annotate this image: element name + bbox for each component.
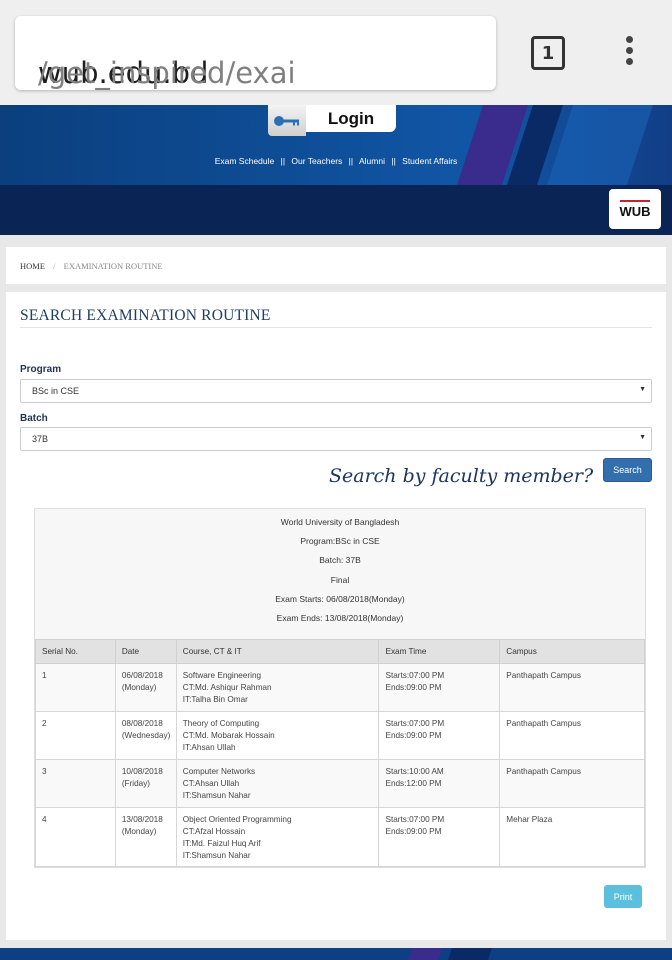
cell-course: Software Engineering CT:Md. Ashiqur Rahma… [175, 663, 380, 712]
nav-student-affairs[interactable]: Student Affairs [402, 156, 457, 166]
col-course: Course, CT & IT [175, 639, 380, 664]
col-date: Date [114, 639, 177, 664]
site-nav: Exam Schedule || Our Teachers || Alumni … [0, 156, 672, 166]
program-value: BSc in CSE [32, 386, 80, 396]
page-title: SEARCH EXAMINATION ROUTINE [20, 307, 271, 324]
col-campus: Campus [499, 639, 645, 664]
footer-band [0, 948, 672, 960]
program-select[interactable]: BSc in CSE ▼ [20, 379, 652, 403]
wub-logo[interactable]: WUB [609, 189, 661, 229]
table-row: 1 06/08/2018 (Monday) Software Engineerin… [35, 663, 645, 712]
routine-table: Serial No. Date Course, CT & IT Exam Tim… [35, 639, 645, 867]
routine-start: Exam Starts: 06/08/2018(Monday) [275, 593, 405, 604]
table-header-row: Serial No. Date Course, CT & IT Exam Tim… [35, 639, 645, 664]
cell-time: Starts:10:00 AM Ends:12:00 PM [378, 759, 501, 808]
key-icon [268, 105, 306, 136]
cell-date: 13/08/2018 (Monday) [114, 807, 177, 867]
tab-switcher-button[interactable]: 1 [531, 36, 565, 70]
cell-serial: 3 [35, 759, 116, 808]
table-row: 3 10/08/2018 (Friday) Computer Networks CT… [35, 759, 645, 808]
program-label: Program [20, 364, 62, 375]
cell-date: 06/08/2018 (Monday) [114, 663, 177, 712]
address-bar[interactable]: wub.edu.bd/get_inspired/exai [15, 16, 496, 90]
routine-program: Program:BSc in CSE [300, 536, 380, 547]
breadcrumb-separator: / [53, 261, 56, 271]
login-button[interactable]: Login [306, 105, 396, 132]
routine-exam-type: Final [330, 574, 350, 585]
cell-course: Computer Networks CT:Ahsan Ullah IT:Shamsu… [175, 759, 380, 808]
breadcrumb-home[interactable]: HOME [20, 261, 45, 271]
header-band [0, 185, 672, 235]
cell-campus: Mehar Plaza [499, 807, 645, 867]
cell-time: Starts:07:00 PM Ends:09:00 PM [378, 711, 501, 760]
overflow-menu-icon[interactable] [619, 36, 639, 72]
nav-exam-schedule[interactable]: Exam Schedule [215, 156, 275, 166]
tab-count: 1 [541, 42, 555, 64]
nav-separator: || [391, 156, 396, 166]
cell-campus: Panthapath Campus [499, 711, 645, 760]
cell-serial: 2 [35, 711, 116, 760]
breadcrumb: HOME / EXAMINATION ROUTINE [6, 247, 666, 284]
cell-campus: Panthapath Campus [499, 759, 645, 808]
university-name: World University of Bangladesh [280, 517, 400, 527]
batch-label: Batch [20, 413, 48, 424]
cell-serial: 1 [35, 663, 116, 712]
cell-time: Starts:07:00 PM Ends:09:00 PM [378, 807, 501, 867]
logo-text: WUB [619, 203, 651, 219]
cell-serial: 4 [35, 807, 116, 867]
url-path: /get_inspired/exai [38, 56, 296, 90]
routine-header: World University of Bangladesh Program:B… [35, 509, 645, 639]
routine-batch: Batch: 37B [319, 555, 361, 566]
faculty-search-link[interactable]: Search by faculty member? [329, 465, 593, 487]
batch-value: 37B [32, 434, 49, 444]
breadcrumb-current: EXAMINATION ROUTINE [63, 261, 163, 271]
col-exam-time: Exam Time [378, 639, 501, 664]
batch-select[interactable]: 37B ▼ [20, 427, 652, 451]
table-row: 4 13/08/2018 (Monday) Object Oriented Pro… [35, 807, 645, 867]
browser-toolbar: wub.edu.bd/get_inspired/exai 1 [0, 0, 672, 105]
col-serial: Serial No. [35, 639, 116, 664]
cell-time: Starts:07:00 PM Ends:09:00 PM [378, 663, 501, 712]
routine-end: Exam Ends: 13/08/2018(Monday) [276, 612, 404, 623]
title-divider [20, 327, 652, 328]
cell-date: 08/08/2018 (Wednesday) [114, 711, 177, 760]
search-button[interactable]: Search [603, 458, 652, 482]
print-button[interactable]: Print [604, 885, 642, 908]
routine-search-panel: SEARCH EXAMINATION ROUTINE Program BSc i… [6, 292, 666, 940]
cell-campus: Panthapath Campus [499, 663, 645, 712]
dropdown-arrow-icon: ▼ [639, 434, 646, 441]
site-header: Login Exam Schedule || Our Teachers || A… [0, 105, 672, 185]
nav-separator: || [348, 156, 354, 166]
exam-routine: World University of Bangladesh Program:B… [34, 508, 646, 868]
cell-course: Theory of Computing CT:Md. Mobarak Hossai… [175, 711, 380, 760]
nav-alumni[interactable]: Alumni [359, 156, 385, 166]
cell-course: Object Oriented Programming CT:Afzal Hoss… [175, 807, 380, 867]
table-row: 2 08/08/2018 (Wednesday) Theory of Comput… [35, 711, 645, 760]
nav-our-teachers[interactable]: Our Teachers [291, 156, 342, 166]
nav-separator: || [280, 156, 286, 166]
dropdown-arrow-icon: ▼ [639, 386, 646, 393]
cell-date: 10/08/2018 (Friday) [114, 759, 177, 808]
